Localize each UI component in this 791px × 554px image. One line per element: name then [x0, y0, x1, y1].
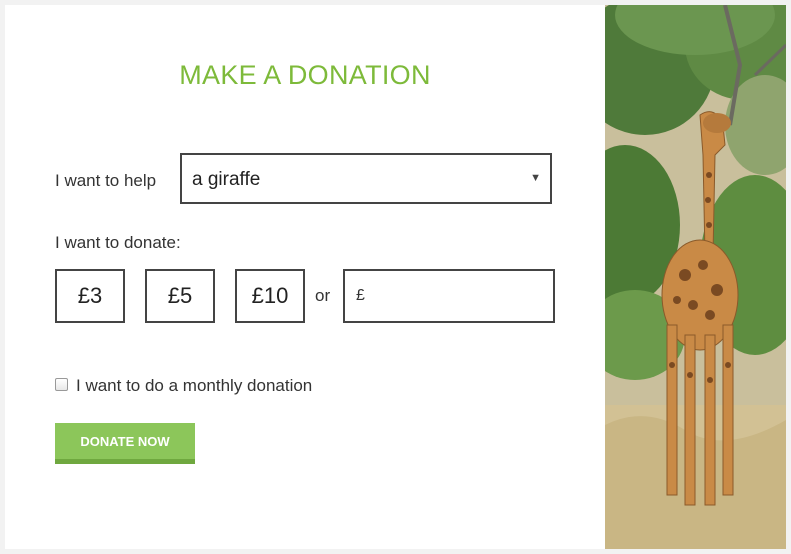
amount-button-10[interactable]: £10 [235, 269, 305, 323]
giraffe-photo [605, 5, 786, 549]
or-text: or [315, 286, 331, 305]
monthly-label[interactable]: I want to do a monthly donation [76, 376, 312, 396]
animal-select-value: a giraffe [192, 169, 261, 190]
donation-card: MAKE A DONATION I want to help a giraffe… [5, 5, 786, 549]
donate-label: I want to donate: [55, 233, 181, 252]
custom-amount-input[interactable] [371, 281, 551, 313]
donation-form: MAKE A DONATION I want to help a giraffe… [5, 5, 605, 549]
amount-button-3[interactable]: £3 [55, 269, 125, 323]
custom-amount-field[interactable]: £ [343, 269, 555, 323]
monthly-checkbox[interactable] [55, 378, 68, 391]
caret-down-icon: ▼ [530, 172, 541, 184]
help-label: I want to help [55, 171, 157, 190]
form-title: MAKE A DONATION [179, 60, 431, 90]
donate-now-button[interactable]: DONATE NOW [55, 423, 195, 464]
amount-button-5[interactable]: £5 [145, 269, 215, 323]
animal-select[interactable]: a giraffe ▼ [180, 153, 552, 204]
currency-symbol: £ [356, 287, 365, 304]
